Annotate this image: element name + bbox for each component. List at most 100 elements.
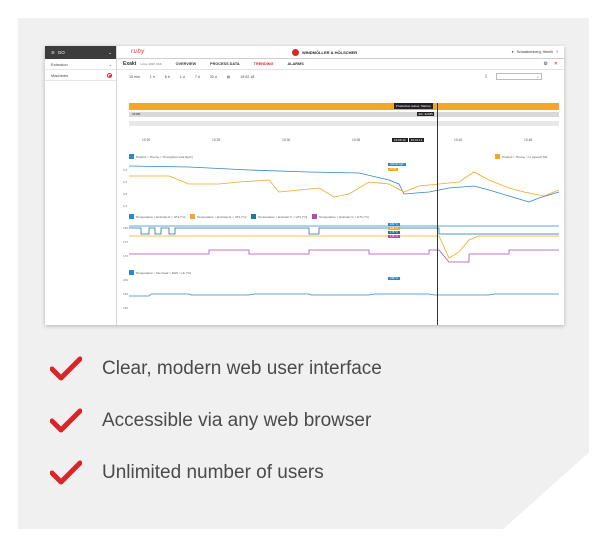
temp-line-teal [129, 227, 559, 235]
y-tick: 195 [123, 292, 129, 296]
legend-swatch [495, 154, 500, 159]
time-range-filters: 15 min 1 h 6 h 1 d 7 d 30 d ▦ 19.02.18 [129, 75, 254, 79]
wifi-icon: ≋ [51, 49, 55, 55]
y-tick: 200 [123, 278, 129, 282]
range-6h[interactable]: 6 h [165, 75, 170, 79]
legend-label: Temperature > Extruder E > HT1 [°C] [136, 214, 186, 219]
range-15min[interactable]: 15 min [129, 75, 140, 79]
sidebar-item-extrusion[interactable]: Extrusion ⌄ [45, 59, 116, 70]
range-7d[interactable]: 7 d [195, 75, 200, 79]
user-icon: ● [511, 50, 514, 54]
value-badge: 184 °C [388, 227, 400, 230]
time-tick: 10:35 [352, 138, 361, 142]
feature-text: Unlimited number of users [102, 462, 324, 483]
tab-trending[interactable]: TRENDING [254, 62, 274, 66]
job-label-left: 32185 [132, 112, 141, 116]
speed-line [129, 171, 559, 198]
legend-swatch [251, 214, 256, 219]
pin-icon[interactable]: ⇩ [484, 74, 488, 80]
diehead-line [129, 293, 559, 297]
legend-swatch [129, 154, 134, 159]
tab-overview[interactable]: OVERVIEW [176, 62, 196, 66]
help-icon[interactable]: ? [556, 50, 558, 54]
legend-label: Temperature > Extruder F > HT1 [°C] [258, 214, 308, 219]
time-cursor[interactable] [437, 103, 438, 325]
close-icon[interactable]: ✕ [554, 61, 558, 67]
legend-swatch [312, 214, 317, 219]
time-tick: 10:25 [212, 138, 221, 142]
user-menu[interactable]: ● Schwabenberg, Henrik ? [511, 50, 558, 54]
sidebar-item-label: Machines [51, 72, 69, 78]
cursor-time-boxes: 10:06:12 10:41:14 [392, 138, 425, 142]
sidebar-header-label: GO [57, 50, 65, 55]
job-bar [129, 112, 559, 117]
chart3-legend[interactable]: Temperature > Die head > DHS > HL [°C] [129, 270, 191, 275]
line-subtitle: Linke 1820 VAS [140, 62, 162, 66]
brand-name: WINDMÖLLER & HÖLSCHER [302, 49, 358, 55]
chart2-legend-2[interactable]: Temperature > Extruder E > HT1 [°C] [190, 214, 246, 219]
y-tick: 175 [123, 240, 129, 244]
chart3-plot[interactable] [129, 276, 559, 316]
chevron-down-icon: ⌄ [108, 49, 112, 55]
legend-label: Temperature > Die head > DHS > HL [°C] [136, 270, 192, 275]
range-30d[interactable]: 30 d [210, 75, 217, 79]
range-1d[interactable]: 1 d [180, 75, 185, 79]
job-label-right: Job: 32185 [417, 112, 434, 116]
range-1h[interactable]: 1 h [150, 75, 155, 79]
chart2-legend-4[interactable]: Temperature > Extruder G > HT1 [°C] [312, 214, 369, 219]
time-tick: 10:20 [142, 138, 151, 142]
feature-item: Clear, modern web user interface [50, 356, 382, 382]
calendar-icon[interactable]: ▦ [227, 75, 230, 79]
settings-icon[interactable]: ⚙ [543, 61, 547, 67]
y-tick: 1/1 [123, 204, 128, 208]
brand: WINDMÖLLER & HÖLSCHER [292, 48, 358, 56]
top-bar: ruby WINDMÖLLER & HÖLSCHER ● Schwabenber… [117, 46, 564, 59]
chart2-legend-3[interactable]: Temperature > Extruder F > HT1 [°C] [251, 214, 307, 219]
production-status-label: Production status: Startup [394, 103, 433, 109]
value-badge: 184 °C [388, 223, 400, 226]
sidebar-header[interactable]: ≋ GO ⌄ [45, 46, 116, 59]
value-badge: 175 °C [388, 235, 400, 238]
y-tick: 190 [123, 306, 129, 310]
sidebar-item-machines[interactable]: Machines [45, 70, 116, 81]
temp-line-orange [129, 235, 559, 259]
tab-process-data[interactable]: PROCESS DATA [210, 62, 240, 66]
cursor-time: 10:06:12 [392, 138, 408, 142]
y-tick: 180 [123, 226, 129, 230]
date-field[interactable]: 19.02.18 [240, 75, 254, 79]
cursor-time: 10:41:14 [408, 138, 425, 142]
search-icon: ⌕ [537, 74, 539, 79]
chart1-legend-right[interactable]: Product > Theme > Lt (speed) [%] [495, 154, 547, 159]
time-tick: 10:40 [454, 138, 463, 142]
time-tick: 10:30 [282, 138, 291, 142]
checkmark-icon [50, 408, 82, 433]
tab-bar: Exakt Linke 1820 VAS OVERVIEW PROCESS DA… [117, 59, 564, 70]
legend-label: Product > Theme > Lt (speed) [%] [502, 154, 548, 159]
radio-icon [107, 72, 112, 78]
value-badge: 57 % [388, 168, 398, 171]
sidebar: ≋ GO ⌄ Extrusion ⌄ Machines [45, 46, 117, 325]
value-badge: 175 °C [388, 231, 400, 234]
chart2-plot[interactable] [129, 222, 559, 264]
line-title: Exakt [123, 61, 137, 67]
feature-text: Clear, modern web user interface [102, 358, 382, 379]
chart1-legend-left[interactable]: Product > Theme > Throughput total [kg/h… [129, 154, 192, 159]
temp-line-purple [129, 249, 559, 263]
feature-text: Accessible via any web browser [102, 410, 372, 431]
checkmark-icon [50, 356, 82, 381]
feature-item: Accessible via any web browser [50, 408, 382, 434]
brand-logo-icon [292, 48, 299, 56]
checkmark-icon [50, 460, 82, 485]
chart1-plot[interactable] [129, 162, 559, 210]
tab-alarms[interactable]: ALARMS [287, 62, 303, 66]
user-name: Schwabenberg, Henrik [516, 50, 553, 54]
y-tick: 3/4 [123, 192, 128, 196]
chevron-down-icon: ⌄ [108, 61, 112, 67]
sidebar-item-label: Extrusion [51, 61, 68, 67]
product-screenshot: ≋ GO ⌄ Extrusion ⌄ Machines ruby WINDMÖL… [45, 46, 564, 325]
search-input[interactable]: ⌕ [496, 73, 542, 80]
legend-label: Product > Theme > Throughput total [kg/h… [136, 154, 193, 159]
chart2-legend-1[interactable]: Temperature > Extruder E > HT1 [°C] [129, 214, 185, 219]
y-tick: 1/4 [123, 168, 128, 172]
feature-item: Unlimited number of users [50, 460, 382, 486]
